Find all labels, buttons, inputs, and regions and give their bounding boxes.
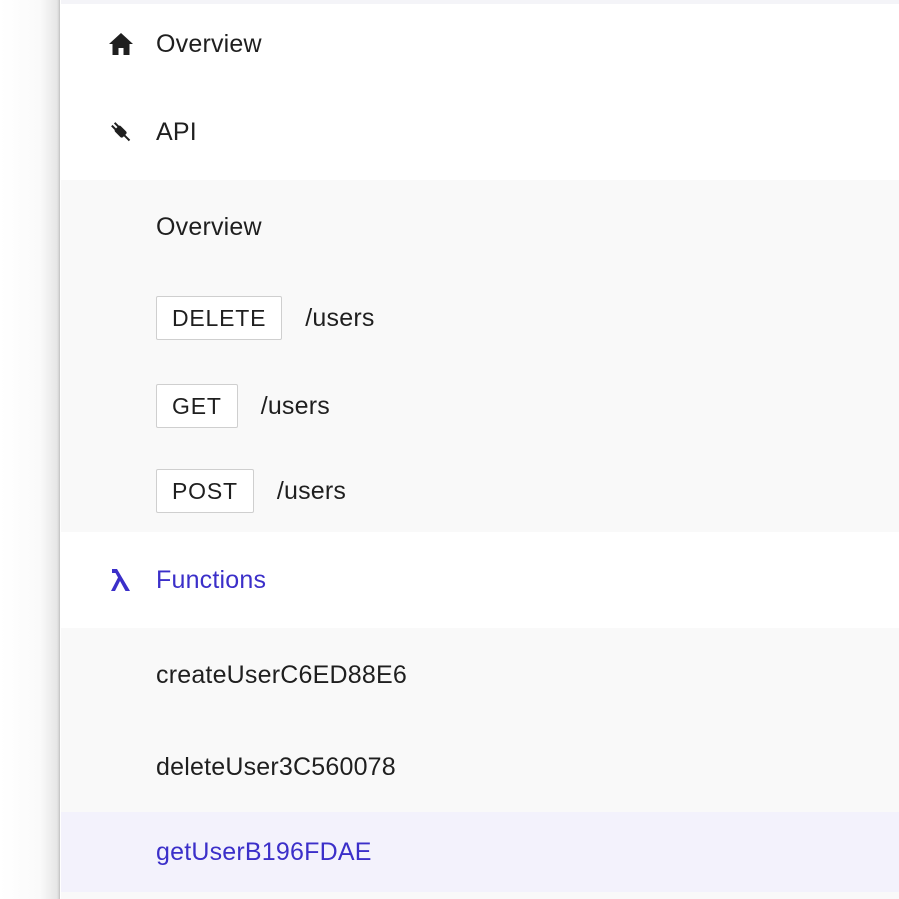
api-route-item[interactable]: POST /users (61, 450, 899, 532)
nav-item-functions-label: Functions (156, 565, 267, 594)
home-icon (107, 30, 135, 58)
http-method-badge: POST (156, 469, 254, 513)
list-bottom-filler (61, 892, 899, 899)
plug-icon (107, 118, 135, 146)
left-gutter (0, 0, 60, 899)
http-method-badge: GET (156, 384, 238, 428)
function-item-label: deleteUser3C560078 (156, 752, 396, 781)
nav-item-overview[interactable]: Overview (61, 4, 899, 84)
nav-item-overview-label: Overview (156, 29, 262, 58)
http-method-badge: DELETE (156, 296, 283, 340)
nav-item-api-label: API (156, 117, 197, 146)
function-item-label: getUserB196FDAE (156, 837, 372, 866)
function-item[interactable]: deleteUser3C560078 (61, 722, 899, 812)
api-sub-item-overview[interactable]: Overview (61, 180, 899, 274)
function-item-label: createUserC6ED88E6 (156, 660, 407, 689)
lambda-icon (107, 566, 135, 594)
sidebar-nav: Overview API Overview DELETE /users GET … (61, 0, 899, 899)
route-path: /users (276, 476, 347, 505)
function-item[interactable]: createUserC6ED88E6 (61, 628, 899, 722)
route-path: /users (260, 391, 330, 420)
function-item-active[interactable]: getUserB196FDAE (61, 812, 899, 892)
api-route-item[interactable]: DELETE /users (61, 274, 899, 362)
api-route-item[interactable]: GET /users (61, 362, 899, 450)
api-sub-item-overview-label: Overview (156, 212, 262, 241)
nav-item-api[interactable]: API (61, 84, 899, 180)
nav-item-functions[interactable]: Functions (61, 532, 899, 628)
route-path: /users (305, 303, 375, 332)
